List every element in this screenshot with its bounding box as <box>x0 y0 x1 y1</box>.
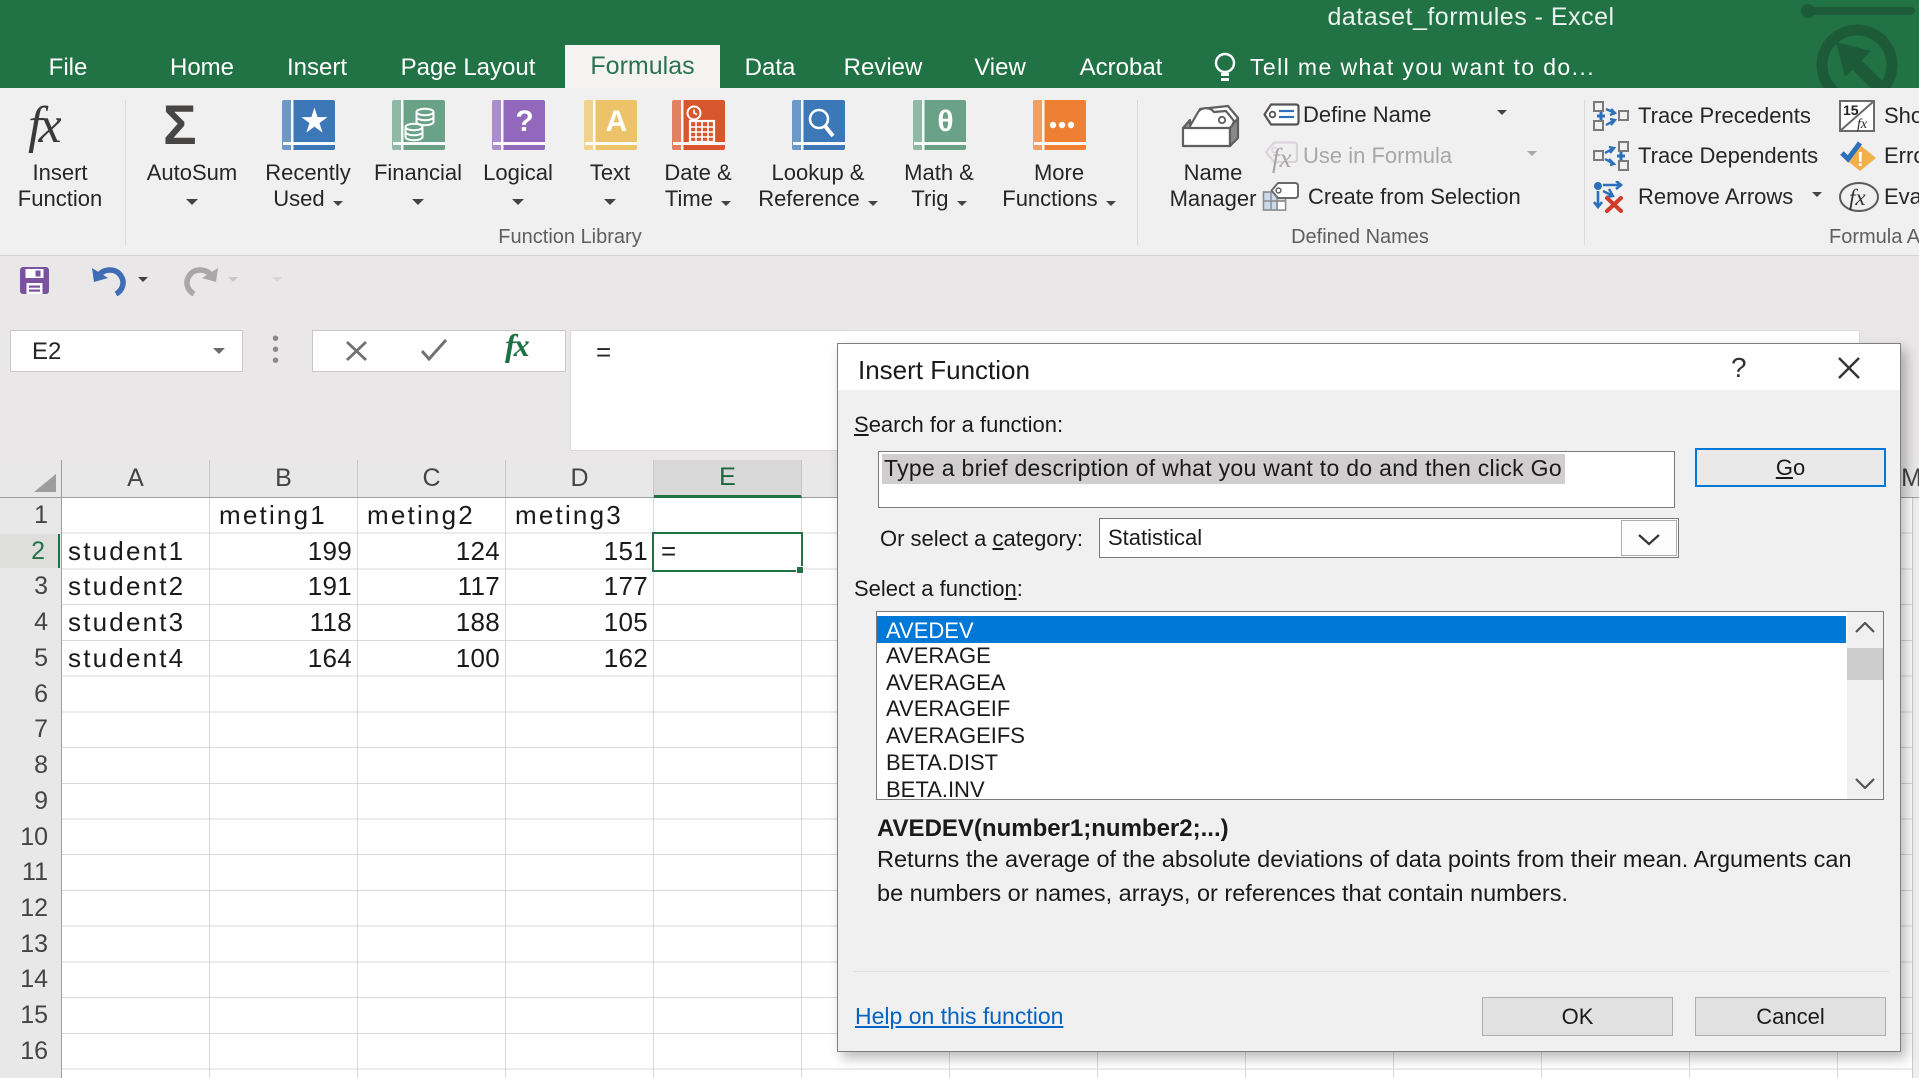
svg-text:!: ! <box>1857 149 1864 171</box>
svg-text:fx: fx <box>1849 185 1866 210</box>
svg-text:15: 15 <box>1843 102 1859 118</box>
svg-text:fx: fx <box>1857 117 1868 132</box>
